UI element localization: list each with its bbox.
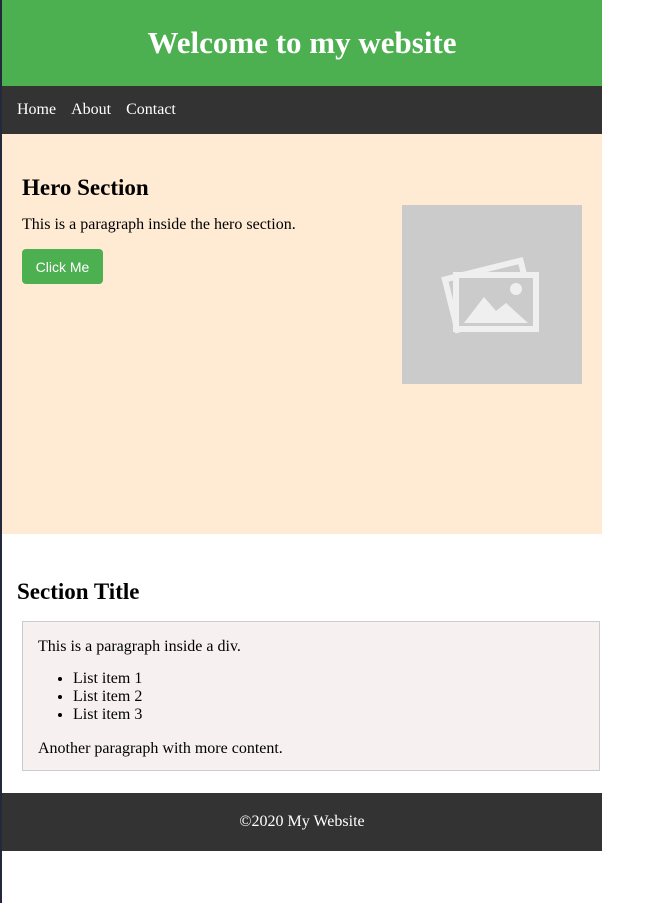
content-paragraph-2: Another paragraph with more content. <box>38 740 283 757</box>
hero-paragraph: This is a paragraph inside the hero sect… <box>22 216 296 233</box>
list-item: List item 1 <box>73 670 142 688</box>
content-list: List item 1 List item 2 List item 3 <box>38 670 142 724</box>
list-item: List item 2 <box>73 688 142 706</box>
content-paragraph: This is a paragraph inside a div. <box>38 638 241 655</box>
content-section: Section Title This is a paragraph inside… <box>2 534 602 793</box>
main-nav: Home About Contact <box>2 86 602 134</box>
nav-link-contact[interactable]: Contact <box>126 101 176 119</box>
hero-section: Hero Section This is a paragraph inside … <box>2 134 602 534</box>
site-header: Welcome to my website <box>2 0 602 86</box>
nav-link-about[interactable]: About <box>71 101 111 119</box>
hero-title: Hero Section <box>22 175 149 200</box>
hero-image <box>402 205 582 384</box>
content-box: This is a paragraph inside a div. List i… <box>22 621 600 771</box>
site-title: Welcome to my website <box>147 25 457 60</box>
list-item: List item 3 <box>73 706 142 724</box>
image-placeholder-icon <box>441 256 539 334</box>
click-me-button[interactable]: Click Me <box>22 249 103 284</box>
section-title: Section Title <box>17 579 140 604</box>
page: Welcome to my website Home About Contact… <box>2 0 602 851</box>
nav-link-home[interactable]: Home <box>17 101 56 119</box>
site-footer: ©2020 My Website <box>2 793 602 851</box>
footer-copyright: ©2020 My Website <box>239 813 365 830</box>
